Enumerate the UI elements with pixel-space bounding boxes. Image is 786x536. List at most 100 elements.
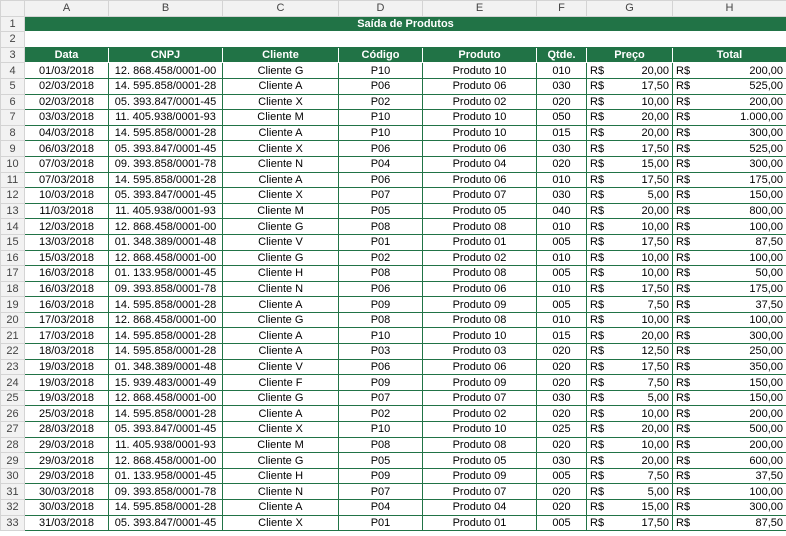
cell-data[interactable]: 16/03/2018 [24,265,109,282]
cell-qtde[interactable]: 020 [536,374,587,391]
cell-data[interactable]: 03/03/2018 [24,109,109,126]
cell-qtde[interactable]: 040 [536,202,587,220]
cell-qtde[interactable]: 020 [536,93,587,111]
cell-data[interactable]: 17/03/2018 [24,311,109,329]
cell-codigo[interactable]: P02 [338,249,423,267]
header-preco[interactable]: Preço [586,46,673,64]
cell-produto[interactable]: Produto 05 [422,202,537,220]
cell-preco[interactable]: R$ 20,00 [586,202,673,220]
cell-produto[interactable]: Produto 09 [422,374,537,391]
cell-preco[interactable]: R$ 10,00 [586,436,673,454]
cell-total[interactable]: R$ 150,00 [672,187,786,204]
cell-total[interactable]: R$ 150,00 [672,389,786,407]
cell-total[interactable]: R$ 100,00 [672,218,786,235]
row-header[interactable]: 15 [0,233,25,251]
cell-cnpj[interactable]: 14. 595.858/0001-28 [108,343,223,360]
cell-qtde[interactable]: 010 [536,171,587,189]
cell-data[interactable]: 15/03/2018 [24,249,109,267]
cell-cnpj[interactable]: 14. 595.858/0001-28 [108,77,223,95]
cell-cliente[interactable]: Cliente X [222,187,339,204]
cell-cliente[interactable]: Cliente H [222,467,339,485]
cell-data[interactable]: 13/03/2018 [24,233,109,251]
cell-cnpj[interactable]: 14. 595.858/0001-28 [108,171,223,189]
cell-cnpj[interactable]: 14. 595.858/0001-28 [108,499,223,516]
cell-qtde[interactable]: 020 [536,405,587,423]
cell-cliente[interactable]: Cliente V [222,233,339,251]
cell-cnpj[interactable]: 11. 405.938/0001-93 [108,109,223,126]
cell-total[interactable]: R$ 175,00 [672,280,786,298]
cell-cnpj[interactable]: 12. 868.458/0001-00 [108,62,223,79]
cell-qtde[interactable]: 030 [536,389,587,407]
cell-preco[interactable]: R$ 7,50 [586,467,673,485]
header-data[interactable]: Data [24,46,109,64]
cell-total[interactable]: R$ 200,00 [672,436,786,454]
cell-total[interactable]: R$ 350,00 [672,358,786,376]
cell-cliente[interactable]: Cliente N [222,280,339,298]
cell-codigo[interactable]: P07 [338,187,423,204]
cell-cliente[interactable]: Cliente N [222,483,339,500]
cell-codigo[interactable]: P10 [338,109,423,126]
cell-produto[interactable]: Produto 02 [422,93,537,111]
cell-produto[interactable]: Produto 04 [422,499,537,516]
row-header[interactable]: 14 [0,218,25,235]
cell-data[interactable]: 25/03/2018 [24,405,109,423]
cell-produto[interactable]: Produto 02 [422,405,537,423]
cell-preco[interactable]: R$ 10,00 [586,405,673,423]
cell-qtde[interactable]: 030 [536,77,587,95]
cell-produto[interactable]: Produto 06 [422,140,537,157]
cell-data[interactable]: 06/03/2018 [24,140,109,157]
cell-total[interactable]: R$ 300,00 [672,499,786,516]
cell-cliente[interactable]: Cliente X [222,140,339,157]
cell-preco[interactable]: R$ 15,00 [586,499,673,516]
cell-qtde[interactable]: 020 [536,343,587,360]
cell-preco[interactable]: R$ 17,50 [586,280,673,298]
cell-cliente[interactable]: Cliente A [222,296,339,313]
cell-cliente[interactable]: Cliente M [222,436,339,454]
row-header[interactable]: 6 [0,93,25,111]
cell-produto[interactable]: Produto 07 [422,187,537,204]
cell-preco[interactable]: R$ 20,00 [586,62,673,79]
cell-qtde[interactable]: 010 [536,249,587,267]
cell-total[interactable]: R$ 300,00 [672,155,786,173]
cell-produto[interactable]: Produto 05 [422,452,537,469]
cell-total[interactable]: R$ 300,00 [672,124,786,142]
cell-cnpj[interactable]: 12. 868.458/0001-00 [108,218,223,235]
cell-cnpj[interactable]: 12. 868.458/0001-00 [108,311,223,329]
cell-cliente[interactable]: Cliente M [222,202,339,220]
cell-cliente[interactable]: Cliente X [222,93,339,111]
cell-cnpj[interactable]: 05. 393.847/0001-45 [108,93,223,111]
cell-cliente[interactable]: Cliente M [222,109,339,126]
cell-cliente[interactable]: Cliente A [222,327,339,345]
cell-cnpj[interactable]: 09. 393.858/0001-78 [108,155,223,173]
row-header[interactable]: 19 [0,296,25,313]
cell-produto[interactable]: Produto 08 [422,265,537,282]
cell-cliente[interactable]: Cliente V [222,358,339,376]
cell-qtde[interactable]: 030 [536,140,587,157]
cell-total[interactable]: R$ 250,00 [672,343,786,360]
cell-codigo[interactable]: P07 [338,389,423,407]
cell-codigo[interactable]: P02 [338,405,423,423]
cell-cnpj[interactable]: 11. 405.938/0001-93 [108,436,223,454]
row-header[interactable]: 2 [0,31,25,48]
cell-codigo[interactable]: P10 [338,421,423,438]
row-header[interactable]: 23 [0,358,25,376]
cell-produto[interactable]: Produto 01 [422,233,537,251]
cell-data[interactable]: 29/03/2018 [24,467,109,485]
cell-cnpj[interactable]: 09. 393.858/0001-78 [108,483,223,500]
cell-cliente[interactable]: Cliente A [222,124,339,142]
cell-codigo[interactable]: P06 [338,358,423,376]
cell-total[interactable]: R$ 175,00 [672,171,786,189]
cell-produto[interactable]: Produto 04 [422,155,537,173]
cell-data[interactable]: 29/03/2018 [24,452,109,469]
cell-total[interactable]: R$ 87,50 [672,233,786,251]
cell-qtde[interactable]: 020 [536,499,587,516]
cell-codigo[interactable]: P02 [338,93,423,111]
cell-qtde[interactable]: 010 [536,218,587,235]
cell-codigo[interactable]: P08 [338,218,423,235]
cell-produto[interactable]: Produto 06 [422,358,537,376]
header-qtde[interactable]: Qtde. [536,46,587,64]
cell-preco[interactable]: R$ 5,00 [586,483,673,500]
column-header[interactable]: E [422,0,537,17]
cell-data[interactable]: 30/03/2018 [24,499,109,516]
cell-codigo[interactable]: P06 [338,280,423,298]
